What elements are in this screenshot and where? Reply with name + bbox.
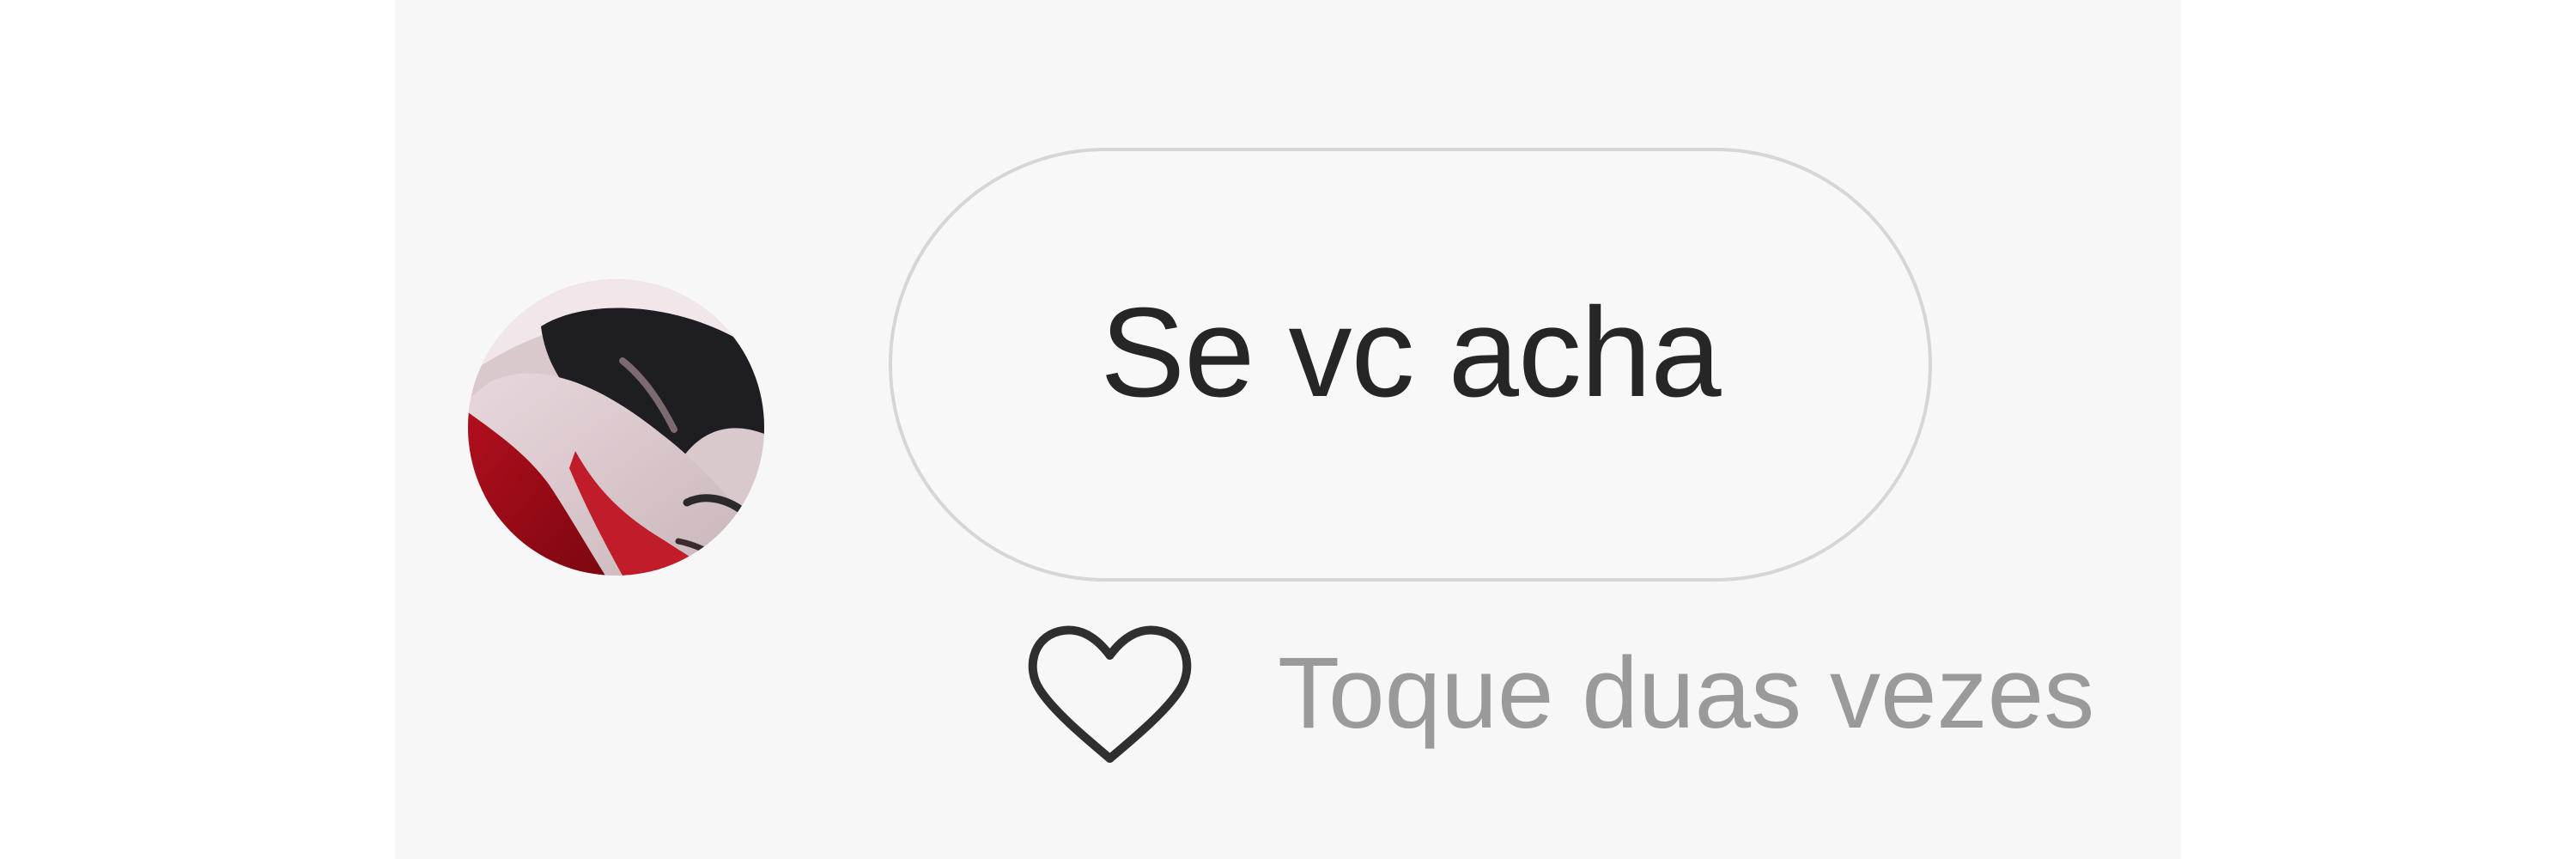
- heart-outline-icon[interactable]: [1018, 612, 1202, 776]
- reaction-row: Toque duas vezes: [1018, 606, 2181, 777]
- message-text: Se vc acha: [1100, 281, 1721, 423]
- direct-message-thread: Se vc acha Toque duas vezes: [395, 0, 2181, 859]
- double-tap-hint: Toque duas vezes: [1278, 637, 2095, 750]
- page: Se vc acha Toque duas vezes: [0, 0, 2576, 859]
- profile-photo-avatar: [468, 279, 764, 576]
- sender-avatar[interactable]: [468, 279, 764, 576]
- message-bubble[interactable]: Se vc acha: [889, 148, 1932, 582]
